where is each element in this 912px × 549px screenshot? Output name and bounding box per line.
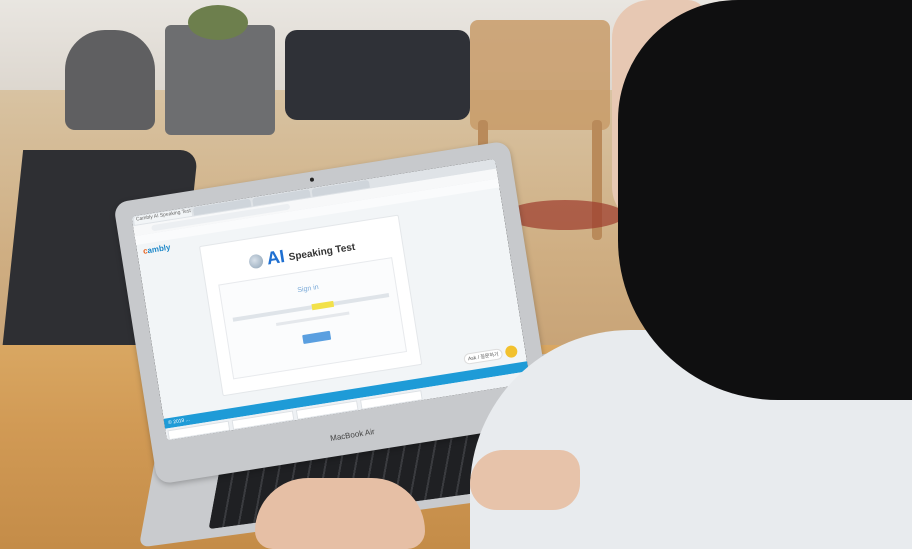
left-hand xyxy=(255,478,425,549)
title-speaking-test: Speaking Test xyxy=(287,241,356,263)
signin-heading: Sign in xyxy=(296,283,320,295)
round-stool xyxy=(65,30,155,130)
person-hair xyxy=(618,0,912,400)
wooden-chair xyxy=(470,20,610,130)
highlighted-text xyxy=(311,300,335,311)
plant-pot xyxy=(165,25,275,135)
webcam xyxy=(309,177,315,182)
login-card: AI Speaking Test Sign in xyxy=(198,214,423,397)
dark-ottoman xyxy=(285,30,470,120)
logo-text: ambly xyxy=(146,242,172,256)
help-label[interactable]: Ask / 질문하기 xyxy=(463,347,504,365)
title-ai: AI xyxy=(265,246,287,269)
sub-text-line xyxy=(275,311,350,327)
signin-panel: Sign in xyxy=(218,257,408,380)
chat-icon[interactable] xyxy=(504,344,519,359)
site-logo[interactable]: cambly xyxy=(142,243,171,256)
browser-window: Cambly AI Speaking Test cambly AI Speaki… xyxy=(131,158,531,441)
photo-scene: Cambly AI Speaking Test cambly AI Speaki… xyxy=(0,0,912,549)
plant xyxy=(188,5,248,40)
help-widget[interactable]: Ask / 질문하기 xyxy=(463,344,519,365)
chair-base xyxy=(505,200,625,230)
ai-orb-icon xyxy=(247,252,264,269)
signin-button[interactable] xyxy=(302,330,332,344)
laptop-screen: Cambly AI Speaking Test cambly AI Speaki… xyxy=(131,158,531,441)
right-hand xyxy=(470,450,580,510)
